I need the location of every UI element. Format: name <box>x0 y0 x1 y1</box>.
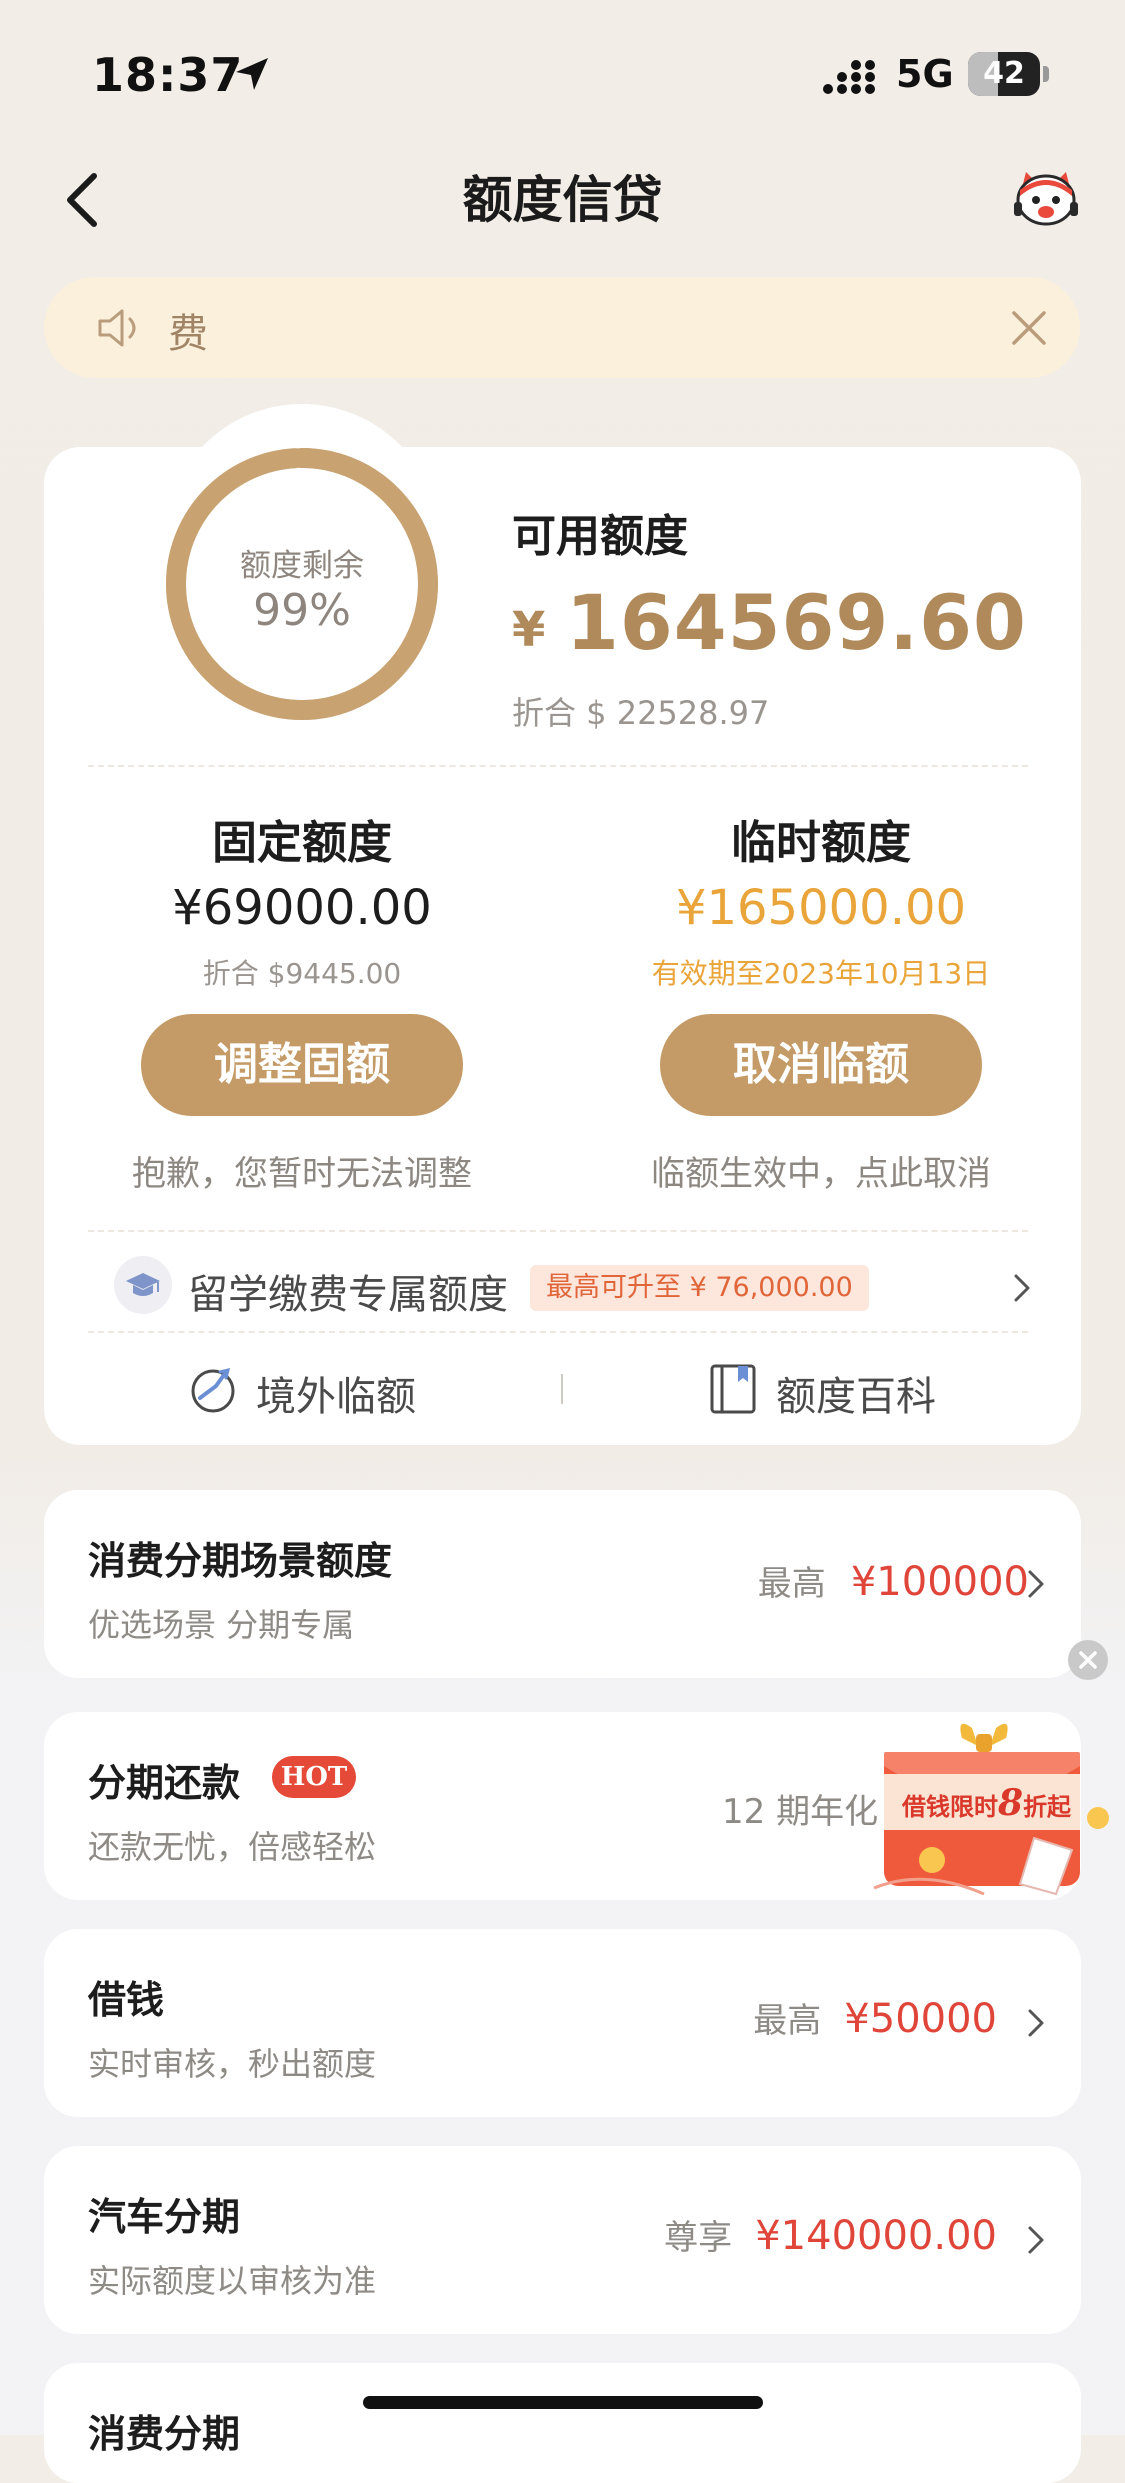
fixed-note: 抱歉，您暂时无法调整 <box>132 1154 472 1194</box>
fixed-quota-usd: 折合 $9445.00 <box>202 957 402 990</box>
product-title: 借钱 <box>88 1978 165 2022</box>
fixed-quota-amount: ¥69000.00 <box>172 880 432 936</box>
home-indicator[interactable] <box>363 2396 763 2409</box>
product-subtitle: 实时审核，秒出额度 <box>88 2045 377 2083</box>
graduation-cap-icon <box>114 1256 172 1314</box>
overseas-quota-icon[interactable] <box>186 1362 240 1416</box>
divider <box>88 765 1028 767</box>
overseas-quota-link[interactable]: 境外临额 <box>256 1364 416 1422</box>
ring-label: 额度剩余 <box>240 548 364 584</box>
product-subtitle: 实际额度以审核为准 <box>88 2262 377 2300</box>
temp-quota-validity: 有效期至2023年10月13日 <box>651 957 991 990</box>
chevron-right-icon <box>1028 2226 1044 2254</box>
location-arrow-icon <box>236 58 268 90</box>
product-prefix: 12 期年化 <box>722 1792 879 1832</box>
product-prefix: 最高 <box>753 2001 822 2041</box>
close-promo-icon[interactable] <box>1068 1640 1108 1680</box>
available-amount: 164569.60 <box>566 578 1027 667</box>
available-usd: 折合 $ 22528.97 <box>512 694 770 732</box>
divider <box>88 1230 1028 1232</box>
adjust-fixed-button[interactable]: 调整固额 <box>141 1014 463 1116</box>
notice-text: 费 <box>168 311 208 357</box>
product-card-consumer-installment[interactable]: 消费分期 <box>44 2363 1081 2483</box>
available-currency: ¥ <box>512 602 546 658</box>
notice-bar[interactable]: 费 <box>44 277 1080 378</box>
product-card-installment-scene[interactable]: 消费分期场景额度 优选场景 分期专属 最高 ¥100000 <box>44 1490 1081 1678</box>
product-prefix: 尊享 <box>664 2218 733 2258</box>
cancel-temp-button[interactable]: 取消临额 <box>660 1014 982 1116</box>
page-title: 额度信贷 <box>462 171 663 229</box>
study-quota-label[interactable]: 留学缴费专属额度 <box>188 1262 508 1320</box>
promo-discount: 8 <box>998 1782 1024 1824</box>
hot-badge: HOT <box>272 1756 356 1798</box>
product-amount: ¥100000 <box>850 1559 1029 1605</box>
promo-text: 借钱限时 <box>902 1792 998 1821</box>
product-card-car-installment[interactable]: 汽车分期 实际额度以审核为准 尊享 ¥140000.00 <box>44 2146 1081 2334</box>
book-icon[interactable] <box>706 1362 760 1416</box>
product-prefix: 最高 <box>757 1564 826 1604</box>
chevron-right-icon[interactable] <box>1010 1270 1034 1306</box>
promo-text-suffix: 折起 <box>1023 1792 1072 1821</box>
product-card-borrow[interactable]: 借钱 实时审核，秒出额度 最高 ¥50000 <box>44 1929 1081 2117</box>
product-title: 消费分期 <box>88 2412 241 2456</box>
quota-wiki-link[interactable]: 额度百科 <box>776 1364 936 1422</box>
battery-level: 42 <box>983 56 1025 91</box>
available-label: 可用额度 <box>512 511 688 562</box>
network-type: 5G <box>896 52 954 96</box>
speaker-icon <box>98 309 136 347</box>
product-title: 汽车分期 <box>88 2195 241 2239</box>
separator <box>561 1374 563 1404</box>
close-icon[interactable] <box>1008 307 1050 349</box>
product-subtitle: 还款无忧，倍感轻松 <box>88 1828 377 1866</box>
temp-note[interactable]: 临额生效中，点此取消 <box>601 1146 1041 1195</box>
chevron-right-icon <box>1028 2009 1044 2037</box>
mascot-service-icon[interactable] <box>1012 166 1080 230</box>
product-title: 消费分期场景额度 <box>88 1539 393 1583</box>
ring-percent: 99% <box>253 585 351 636</box>
study-quota-badge: 最高可升至 ¥ 76,000.00 <box>530 1265 869 1311</box>
temp-quota-amount: ¥165000.00 <box>675 880 967 936</box>
divider <box>88 1331 1028 1333</box>
temp-quota-title: 临时额度 <box>730 816 911 869</box>
chevron-right-icon <box>1028 1570 1044 1598</box>
battery-icon: 42 <box>968 52 1050 96</box>
fixed-quota-title: 固定额度 <box>211 816 392 869</box>
status-time: 18:37 <box>92 48 244 102</box>
product-title: 分期还款 <box>88 1761 241 1805</box>
promo-red-envelope[interactable]: 借钱限时8折起 <box>864 1718 1120 1904</box>
product-amount: ¥140000.00 <box>755 2213 997 2259</box>
product-amount: ¥50000 <box>844 1996 997 2042</box>
signal-icon <box>823 60 875 94</box>
product-subtitle: 优选场景 分期专属 <box>88 1606 355 1644</box>
